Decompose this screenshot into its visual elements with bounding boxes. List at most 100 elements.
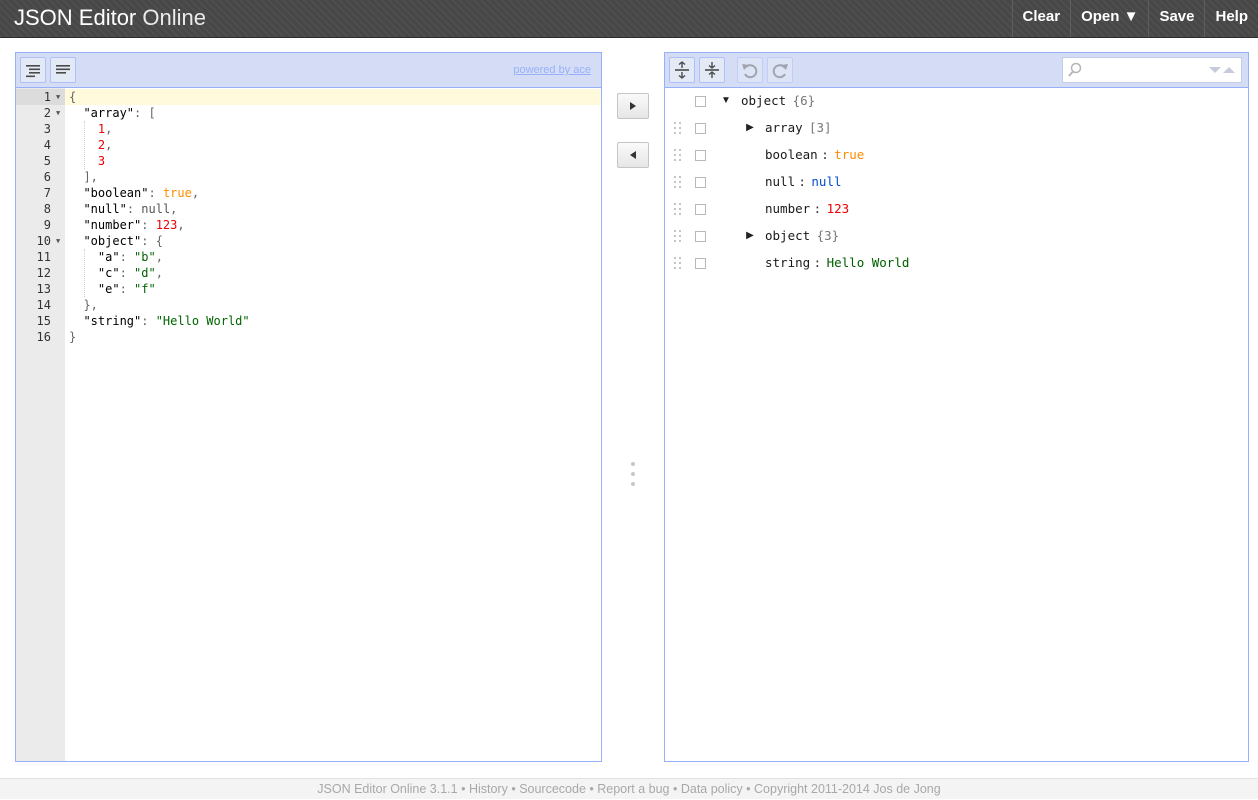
tree-field-name[interactable]: array: [765, 119, 803, 137]
code-token: "number": [83, 218, 142, 232]
tree-row[interactable]: boolean: true: [665, 142, 1248, 169]
compact-button[interactable]: [50, 57, 76, 83]
line-number: 11: [16, 249, 65, 265]
arrow-right-icon: [630, 102, 636, 110]
expand-toggle-icon[interactable]: ▶: [743, 119, 757, 137]
context-menu-icon[interactable]: [695, 123, 706, 134]
context-menu-icon[interactable]: [695, 258, 706, 269]
tree-field-name[interactable]: object: [765, 227, 810, 245]
code-token: ,: [155, 266, 163, 280]
code-editor-panel: powered by ace 1 ▼ 2 ▼ 3 4 5 6 7 8 9 10 ▼ 11 12 13 14 15 1…: [15, 52, 602, 762]
footer-sourcecode-link[interactable]: Sourcecode: [519, 782, 586, 796]
code-line[interactable]: ],: [65, 169, 601, 185]
tree-separator: :: [798, 174, 806, 189]
expand-all-icon: [675, 61, 689, 79]
footer-separator: •: [669, 782, 681, 796]
footer-history-link[interactable]: History: [469, 782, 508, 796]
line-number-text: 2: [43, 106, 51, 120]
copy-to-right-button[interactable]: [617, 93, 649, 119]
footer-separator: •: [457, 782, 469, 796]
tree-row[interactable]: number:123: [665, 196, 1248, 223]
tree-row[interactable]: ▶ array [3]: [665, 115, 1248, 142]
footer-data-policy-link[interactable]: Data policy: [681, 782, 743, 796]
code-line[interactable]: 2,: [65, 137, 601, 153]
context-menu-icon[interactable]: [695, 204, 706, 215]
context-menu-icon[interactable]: [695, 177, 706, 188]
collapse-toggle-icon[interactable]: ▼: [719, 92, 733, 110]
code-token: :: [141, 314, 156, 328]
code-line[interactable]: 3: [65, 153, 601, 169]
powered-by-ace-link[interactable]: powered by ace: [513, 64, 591, 76]
code-line[interactable]: "array": [: [65, 105, 601, 121]
drag-handle-icon[interactable]: [673, 229, 683, 243]
splitter-drag-handle[interactable]: [630, 462, 636, 488]
open-menu-button[interactable]: Open ▼: [1070, 0, 1148, 37]
code-line[interactable]: "null": null,: [65, 201, 601, 217]
footer-report-bug-link[interactable]: Report a bug: [597, 782, 669, 796]
drag-handle-icon[interactable]: [673, 202, 683, 216]
line-number-text: 3: [43, 122, 51, 136]
copy-to-left-button[interactable]: [617, 142, 649, 168]
code-line[interactable]: 1,: [65, 121, 601, 137]
search-input[interactable]: [1085, 61, 1209, 81]
tree-field-name[interactable]: boolean: [765, 146, 818, 164]
save-button[interactable]: Save: [1148, 0, 1204, 37]
code-line[interactable]: "c": "d",: [65, 265, 601, 281]
drag-handle-icon[interactable]: [673, 175, 683, 189]
line-number-gutter: 1 ▼ 2 ▼ 3 4 5 6 7 8 9 10 ▼ 11 12 13 14 15 16: [16, 88, 65, 761]
code-token: :: [148, 186, 163, 200]
collapse-all-button[interactable]: [699, 57, 725, 83]
code-token: "boolean": [83, 186, 149, 200]
drag-handle-icon[interactable]: [673, 256, 683, 270]
code-line[interactable]: "object": {: [65, 233, 601, 249]
footer-separator: •: [507, 782, 520, 796]
code-line[interactable]: {: [65, 89, 601, 105]
fold-toggle-icon[interactable]: ▼: [56, 89, 60, 105]
fold-toggle-icon[interactable]: ▼: [56, 233, 60, 249]
tree-field-name[interactable]: object: [741, 92, 786, 110]
tree-value[interactable]: 123: [827, 200, 850, 218]
code-line[interactable]: },: [65, 297, 601, 313]
line-number-text: 12: [36, 266, 51, 280]
tree-row[interactable]: ▼ object {6}: [665, 88, 1248, 115]
code-token: :: [119, 266, 135, 280]
tree-field-name[interactable]: null: [765, 173, 795, 191]
expand-all-button[interactable]: [669, 57, 695, 83]
code-line[interactable]: "number": 123,: [65, 217, 601, 233]
format-button[interactable]: [20, 57, 46, 83]
redo-button[interactable]: [767, 57, 793, 83]
drag-handle-icon[interactable]: [673, 148, 683, 162]
tree-field-name[interactable]: string: [765, 254, 810, 272]
code-line[interactable]: "a": "b",: [65, 249, 601, 265]
line-number: 10 ▼: [16, 233, 65, 249]
tree-row[interactable]: null: null: [665, 169, 1248, 196]
tree-value[interactable]: true: [834, 146, 864, 164]
code-token: },: [69, 298, 98, 312]
fold-toggle-icon[interactable]: ▼: [56, 105, 60, 121]
context-menu-icon[interactable]: [695, 231, 706, 242]
undo-button[interactable]: [737, 57, 763, 83]
tree-row[interactable]: string: Hello World: [665, 250, 1248, 277]
code-line[interactable]: "string": "Hello World": [65, 313, 601, 329]
help-button[interactable]: Help: [1204, 0, 1258, 37]
search-box: [1062, 57, 1242, 83]
tree-field-name[interactable]: number: [765, 200, 810, 218]
tree-row[interactable]: ▶ object {3}: [665, 223, 1248, 250]
code-token: ],: [69, 170, 98, 184]
code-line[interactable]: "e": "f": [65, 281, 601, 297]
context-menu-icon[interactable]: [695, 96, 706, 107]
compact-icon: [56, 65, 70, 74]
logo-title: JSON Editor: [14, 5, 137, 30]
code-token: "f": [134, 282, 156, 296]
expand-toggle-icon[interactable]: ▶: [743, 227, 757, 245]
drag-handle-icon[interactable]: [673, 121, 683, 135]
code-line[interactable]: }: [65, 329, 601, 345]
code-text-area[interactable]: { "array": [ 1, 2, 3 ], "boolean": true,…: [65, 88, 601, 761]
tree-value[interactable]: Hello World: [827, 254, 910, 272]
context-menu-icon[interactable]: [695, 150, 706, 161]
code-line[interactable]: "boolean": true,: [65, 185, 601, 201]
tree-value[interactable]: null: [811, 173, 841, 191]
clear-button[interactable]: Clear: [1011, 0, 1071, 37]
search-nav-icon[interactable]: [1203, 58, 1239, 82]
